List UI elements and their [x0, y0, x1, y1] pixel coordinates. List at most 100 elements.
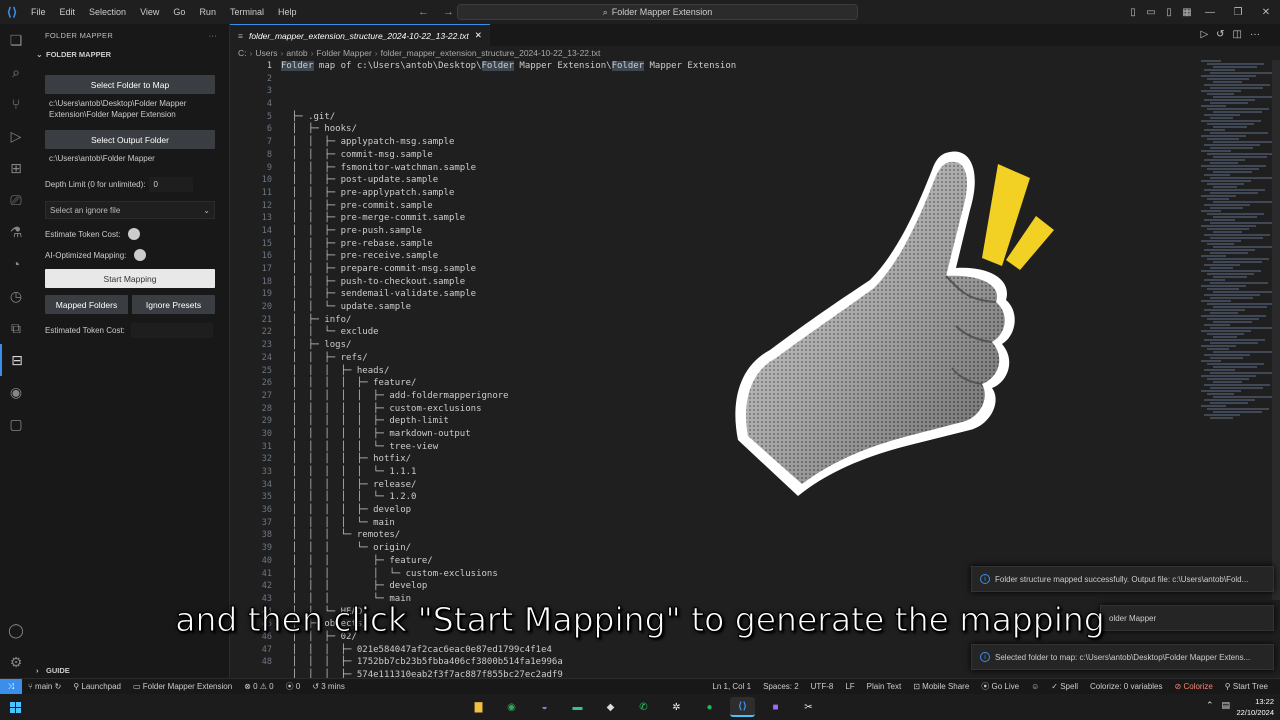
guide-section[interactable]: › GUIDE — [32, 663, 230, 677]
live-share-icon[interactable]: ◉ — [0, 376, 32, 408]
folder-mapper-icon[interactable]: ⊟ — [0, 344, 32, 376]
run-icon[interactable]: ▷ — [1200, 24, 1208, 46]
extensions-icon[interactable]: ⊞ — [0, 152, 32, 184]
command-center-search[interactable]: ⌕ Folder Mapper Extension — [457, 4, 858, 20]
chrome-icon[interactable]: ◉ — [499, 697, 524, 717]
problems-status[interactable]: ⊗ 0 ⚠ 0 — [244, 682, 273, 691]
encoding[interactable]: UTF-8 — [811, 682, 834, 691]
menu-item-selection[interactable]: Selection — [82, 0, 133, 24]
more-actions-icon[interactable]: ··· — [209, 31, 217, 40]
mobile-share-status[interactable]: ⊡ Mobile Share — [913, 682, 969, 691]
menu-item-go[interactable]: Go — [166, 0, 192, 24]
ports-status[interactable]: ⦿ 0 — [286, 681, 301, 692]
breadcrumb-item[interactable]: Folder Mapper — [317, 48, 372, 58]
vscode-taskbar-icon[interactable]: ⟨⟩ — [730, 697, 755, 717]
explorer-icon[interactable]: ❏ — [0, 24, 32, 56]
estimated-token-label: Estimated Token Cost: — [45, 325, 125, 335]
sidebar: FOLDER MAPPER ··· ⌄ FOLDER MAPPER Select… — [32, 24, 230, 678]
jetbrains-icon[interactable]: ■ — [763, 697, 788, 717]
capcut-icon[interactable]: ✂ — [796, 697, 821, 717]
breadcrumb-item[interactable]: folder_mapper_extension_structure_2024-1… — [381, 48, 601, 58]
file-explorer-icon[interactable]: ▇ — [466, 697, 491, 717]
indentation[interactable]: Spaces: 2 — [763, 682, 799, 691]
source-control-icon[interactable]: ⑂ — [0, 88, 32, 120]
mapped-folders-button[interactable]: Mapped Folders — [45, 295, 128, 314]
breadcrumb-item[interactable]: antob — [286, 48, 307, 58]
estimate-token-toggle[interactable] — [128, 228, 141, 240]
menu-item-terminal[interactable]: Terminal — [223, 0, 271, 24]
forward-arrow-icon[interactable]: → — [443, 0, 454, 24]
menu-item-view[interactable]: View — [133, 0, 166, 24]
search-view-icon[interactable]: ⌕ — [0, 56, 32, 88]
restore-icon[interactable]: ❐ — [1224, 7, 1252, 18]
tray-chevron-icon[interactable]: ⌃ — [1206, 700, 1214, 711]
select-folder-button[interactable]: Select Folder to Map — [45, 75, 215, 94]
menu-item-run[interactable]: Run — [192, 0, 223, 24]
obsidian-icon[interactable]: ◆ — [598, 697, 623, 717]
minimap-line — [1204, 69, 1235, 71]
chatgpt-icon[interactable]: ✲ — [664, 697, 689, 717]
remote-indicator-icon[interactable]: ⤨ — [0, 678, 22, 695]
minimize-icon[interactable]: — — [1196, 7, 1224, 18]
notification-text: Folder structure mapped successfully. Ou… — [995, 574, 1249, 584]
ignore-presets-button[interactable]: Ignore Presets — [132, 295, 215, 314]
ai-optimized-toggle[interactable] — [134, 249, 147, 261]
start-mapping-button[interactable]: Start Mapping — [45, 269, 215, 288]
notification-folder-selected[interactable]: i Selected folder to map: c:\Users\antob… — [971, 644, 1274, 670]
end-of-line[interactable]: LF — [845, 682, 854, 691]
tab-output-file[interactable]: ≡ folder_mapper_extension_structure_2024… — [230, 24, 490, 46]
menu-item-edit[interactable]: Edit — [53, 0, 83, 24]
colorize-vars-status[interactable]: Colorize: 0 variables — [1090, 682, 1162, 691]
terminal-app-icon[interactable]: ▬ — [565, 697, 590, 717]
breadcrumb-item[interactable]: C: — [238, 48, 247, 58]
minimap[interactable] — [1201, 60, 1280, 590]
select-output-button[interactable]: Select Output Folder — [45, 130, 215, 149]
testing-icon[interactable]: ⚗ — [0, 216, 32, 248]
folder-mapper-section[interactable]: ⌄ FOLDER MAPPER — [32, 46, 229, 62]
copilot-icon[interactable]: ☺ — [1031, 682, 1039, 691]
customize-layout-icon[interactable]: ▦ — [1178, 7, 1196, 18]
history-icon[interactable]: ↺ — [1216, 24, 1224, 46]
notification-success[interactable]: i Folder structure mapped successfully. … — [971, 566, 1274, 592]
breadcrumb-item[interactable]: Users — [255, 48, 277, 58]
scrollbar[interactable] — [1272, 60, 1280, 600]
start-tree-status[interactable]: ⚲ Start Tree — [1225, 682, 1268, 691]
go-live-status[interactable]: ⦿ Go Live — [981, 681, 1019, 692]
branch-status[interactable]: ⑂ main ↻ — [28, 682, 61, 691]
menu-item-help[interactable]: Help — [271, 0, 304, 24]
minimap-line — [1210, 177, 1273, 179]
colorize-status[interactable]: ⊘ Colorize — [1175, 682, 1213, 691]
more-actions-icon[interactable]: ··· — [1250, 24, 1260, 46]
toggle-panel-icon[interactable]: ▭ — [1142, 7, 1160, 18]
toggle-sidebar-icon[interactable]: ▯ — [1124, 7, 1142, 18]
cursor-position[interactable]: Ln 1, Col 1 — [712, 682, 751, 691]
whatsapp-icon[interactable]: ✆ — [631, 697, 656, 717]
discord-icon[interactable]: ◒ — [532, 697, 557, 717]
manage-gear-icon[interactable]: ⚙ — [0, 646, 32, 678]
spell-status[interactable]: ✓ Spell — [1051, 682, 1078, 691]
gitlens-icon[interactable]: ◔ — [0, 248, 32, 280]
network-icon[interactable]: ▤ — [1221, 700, 1230, 711]
menu-item-file[interactable]: File — [24, 0, 53, 24]
run-debug-icon[interactable]: ▷ — [0, 120, 32, 152]
language-mode[interactable]: Plain Text — [867, 682, 902, 691]
chat-icon[interactable]: ▢ — [0, 408, 32, 440]
taskbar-clock[interactable]: 13:22 22/10/2024 — [1236, 696, 1274, 718]
timeline-icon[interactable]: ◷ — [0, 280, 32, 312]
close-tab-icon[interactable]: ✕ — [475, 30, 482, 41]
spotify-icon[interactable]: ● — [697, 697, 722, 717]
estimated-token-row: Estimated Token Cost: — [45, 321, 215, 339]
launchpad-status[interactable]: ⚲ Launchpad — [73, 682, 121, 691]
windows-start-icon[interactable] — [0, 701, 30, 713]
time-status[interactable]: ↺ 3 mins — [312, 682, 345, 691]
back-arrow-icon[interactable]: ← — [418, 0, 429, 24]
remote-explorer-icon[interactable]: ⎚ — [0, 184, 32, 216]
project-status[interactable]: ▭ Folder Mapper Extension — [133, 682, 232, 691]
ai-optimized-label: AI-Optimized Mapping: — [45, 250, 127, 260]
depth-limit-input[interactable]: 0 — [149, 176, 194, 192]
toggle-secondary-sidebar-icon[interactable]: ▯ — [1160, 7, 1178, 18]
containers-icon[interactable]: ⧉ — [0, 312, 32, 344]
ignore-file-select[interactable]: Select an ignore file ⌄ — [45, 201, 215, 219]
close-window-icon[interactable]: ✕ — [1252, 7, 1280, 18]
split-editor-icon[interactable]: ◫ — [1233, 24, 1242, 46]
